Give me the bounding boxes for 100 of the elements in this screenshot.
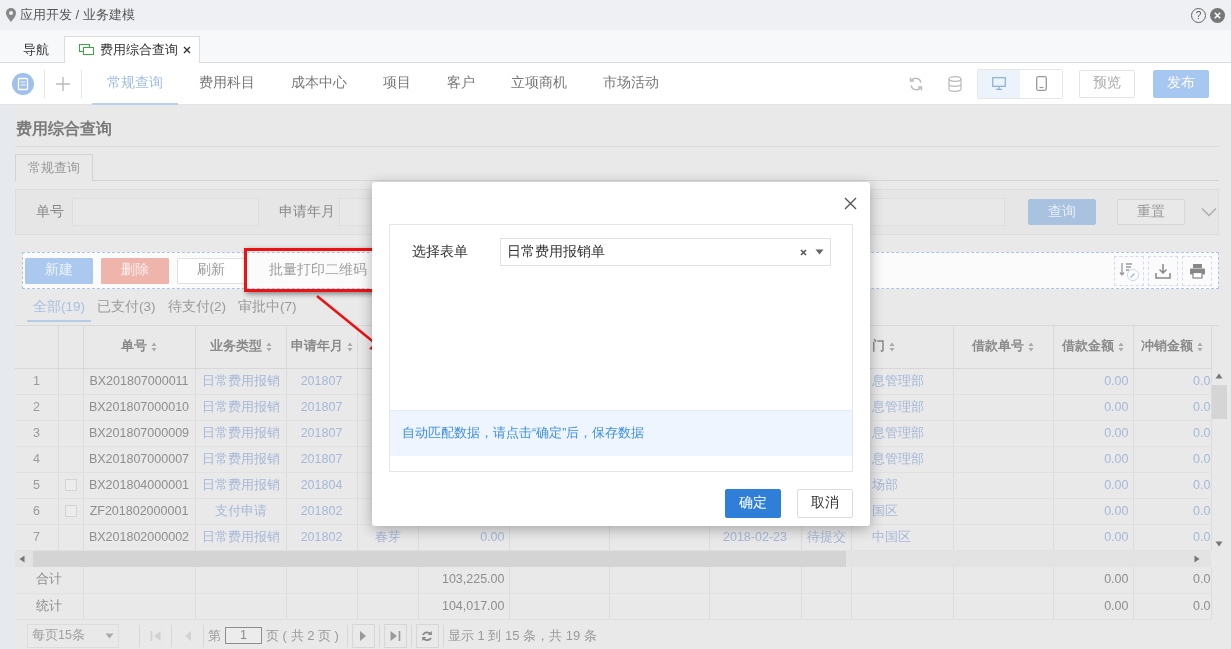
nav-tab[interactable]: 客户 xyxy=(432,62,490,105)
link-cell[interactable]: 场部 xyxy=(871,477,898,492)
link-cell[interactable]: 201807 xyxy=(300,373,343,388)
refresh-button[interactable]: 刷新 xyxy=(177,257,245,284)
nav-tab[interactable]: 费用科目 xyxy=(184,62,270,105)
link-cell[interactable]: 息管理部 xyxy=(871,373,924,388)
link-cell[interactable]: 国区 xyxy=(871,503,898,518)
table-cell: 0.00 xyxy=(1104,425,1129,440)
query-button[interactable]: 查询 xyxy=(1028,199,1096,225)
next-page-button[interactable] xyxy=(351,623,375,648)
status-tab[interactable]: 审批中(7) xyxy=(232,295,303,322)
sort-settings-button[interactable] xyxy=(1114,255,1144,286)
table-cell: 0.0 xyxy=(1193,529,1210,544)
link-cell[interactable]: 201807 xyxy=(300,451,343,466)
link-cell[interactable]: 息管理部 xyxy=(871,425,924,440)
form-select-field[interactable]: 日常费用报销单 xyxy=(500,238,831,266)
nav-tab[interactable]: 项目 xyxy=(368,62,426,105)
last-page-button[interactable] xyxy=(383,623,407,648)
desktop-view-button[interactable] xyxy=(978,69,1020,98)
column-header[interactable]: 申请年月 xyxy=(290,338,353,353)
column-header[interactable]: 单号 xyxy=(121,338,157,353)
link-cell[interactable]: 日常费用报销 xyxy=(201,399,280,414)
column-header[interactable]: 借款单号 xyxy=(972,338,1034,353)
close-icon[interactable] xyxy=(183,46,191,54)
status-tab[interactable]: 已支付(3) xyxy=(91,295,162,322)
database-icon[interactable] xyxy=(948,75,962,92)
row-number: 5 xyxy=(33,477,40,492)
chevron-down-icon[interactable] xyxy=(1201,207,1217,217)
link-cell[interactable]: 日常费用报销 xyxy=(201,425,280,440)
clear-icon[interactable] xyxy=(800,248,807,256)
sort-icon[interactable] xyxy=(1197,341,1203,352)
table-cell: 0.00 xyxy=(480,529,505,544)
table-cell: ZF201802000001 xyxy=(89,503,189,518)
tab[interactable]: 费用综合查询 xyxy=(64,36,200,63)
nav-tab[interactable]: 市场活动 xyxy=(588,62,674,105)
delete-button[interactable]: 删除 xyxy=(101,257,169,284)
caret-icon[interactable] xyxy=(815,249,824,255)
print-button[interactable] xyxy=(1182,255,1212,286)
sort-icon[interactable] xyxy=(1028,341,1034,352)
new-button[interactable]: 新建 xyxy=(25,257,93,284)
link-cell[interactable]: 201807 xyxy=(300,425,343,440)
link-cell[interactable]: 息管理部 xyxy=(871,399,924,414)
link-cell[interactable]: 息管理部 xyxy=(871,451,924,466)
form-icon[interactable] xyxy=(12,72,34,95)
scroll-right-icon[interactable] xyxy=(1194,555,1200,563)
link-cell[interactable]: 日常费用报销 xyxy=(201,477,280,492)
page-total: 页 ( 共 2 页 ) xyxy=(266,626,339,645)
publish-button[interactable]: 发布 xyxy=(1153,69,1209,98)
checkbox[interactable] xyxy=(64,479,77,491)
column-header[interactable]: 业务类型 xyxy=(209,338,272,353)
plus-icon[interactable] xyxy=(55,75,71,92)
status-tab[interactable]: 全部(19) xyxy=(27,295,91,322)
status-tab[interactable]: 待支付(2) xyxy=(161,295,232,322)
link-cell[interactable]: 201807 xyxy=(300,399,343,414)
nav-tab[interactable]: 成本中心 xyxy=(276,62,362,105)
confirm-button[interactable]: 确定 xyxy=(725,489,781,518)
link-cell[interactable]: 201802 xyxy=(300,503,343,518)
tab[interactable]: 常规查询 xyxy=(15,154,93,181)
link-cell[interactable]: 日常费用报销 xyxy=(201,373,280,388)
table-cell: 0.0 xyxy=(1193,399,1210,414)
column-header[interactable]: 门 xyxy=(871,338,895,353)
link-cell[interactable]: 201804 xyxy=(300,477,343,492)
page-size-select[interactable]: 每页15条 xyxy=(27,623,119,648)
page-info: 显示 1 到 15 条，共 19 条 xyxy=(447,626,597,645)
sort-icon[interactable] xyxy=(151,341,157,352)
sort-icon[interactable] xyxy=(1118,341,1124,352)
checkbox[interactable] xyxy=(64,505,77,517)
link-cell[interactable]: 中国区 xyxy=(871,529,911,544)
reload-button[interactable] xyxy=(415,623,439,648)
sort-icon[interactable] xyxy=(888,341,895,352)
close-icon[interactable] xyxy=(844,197,857,210)
download-button[interactable] xyxy=(1148,255,1178,286)
scroll-down-icon[interactable] xyxy=(1215,541,1223,547)
link-cell[interactable]: 日常费用报销 xyxy=(201,529,280,544)
refresh-icon[interactable] xyxy=(908,75,924,92)
sort-icon[interactable] xyxy=(265,341,272,352)
row-number: 4 xyxy=(33,451,40,466)
link-cell[interactable]: 春芽 xyxy=(374,529,401,544)
field-label: 单号 xyxy=(36,202,65,221)
sort-icon[interactable] xyxy=(346,341,353,352)
column-header[interactable]: 冲销金额 xyxy=(1141,338,1203,353)
table-cell: 0.0 xyxy=(1193,373,1210,388)
preview-button[interactable]: 预览 xyxy=(1079,69,1135,98)
page-number-field[interactable]: 1 xyxy=(225,627,262,644)
horizontal-scrollbar[interactable] xyxy=(15,551,1211,567)
table-cell: BX201807000007 xyxy=(88,451,190,466)
link-cell[interactable]: 201802 xyxy=(300,529,343,544)
link-cell[interactable]: 支付申请 xyxy=(214,503,267,518)
row-number: 1 xyxy=(33,373,40,388)
reset-button[interactable]: 重置 xyxy=(1117,199,1185,225)
scroll-up-icon[interactable] xyxy=(1215,373,1223,379)
info-message: 自动匹配数据，请点击“确定”后，保存数据 xyxy=(402,425,645,443)
link-cell[interactable]: 待提交 xyxy=(806,529,846,544)
link-cell[interactable]: 2018-02-23 xyxy=(723,529,787,544)
nav-tab[interactable]: 立项商机 xyxy=(496,62,582,105)
scroll-left-icon[interactable] xyxy=(19,555,25,563)
link-cell[interactable]: 日常费用报销 xyxy=(201,451,280,466)
cancel-button[interactable]: 取消 xyxy=(797,489,853,518)
tab[interactable]: 导航 xyxy=(8,36,58,63)
column-header[interactable]: 借款金额 xyxy=(1062,338,1124,353)
